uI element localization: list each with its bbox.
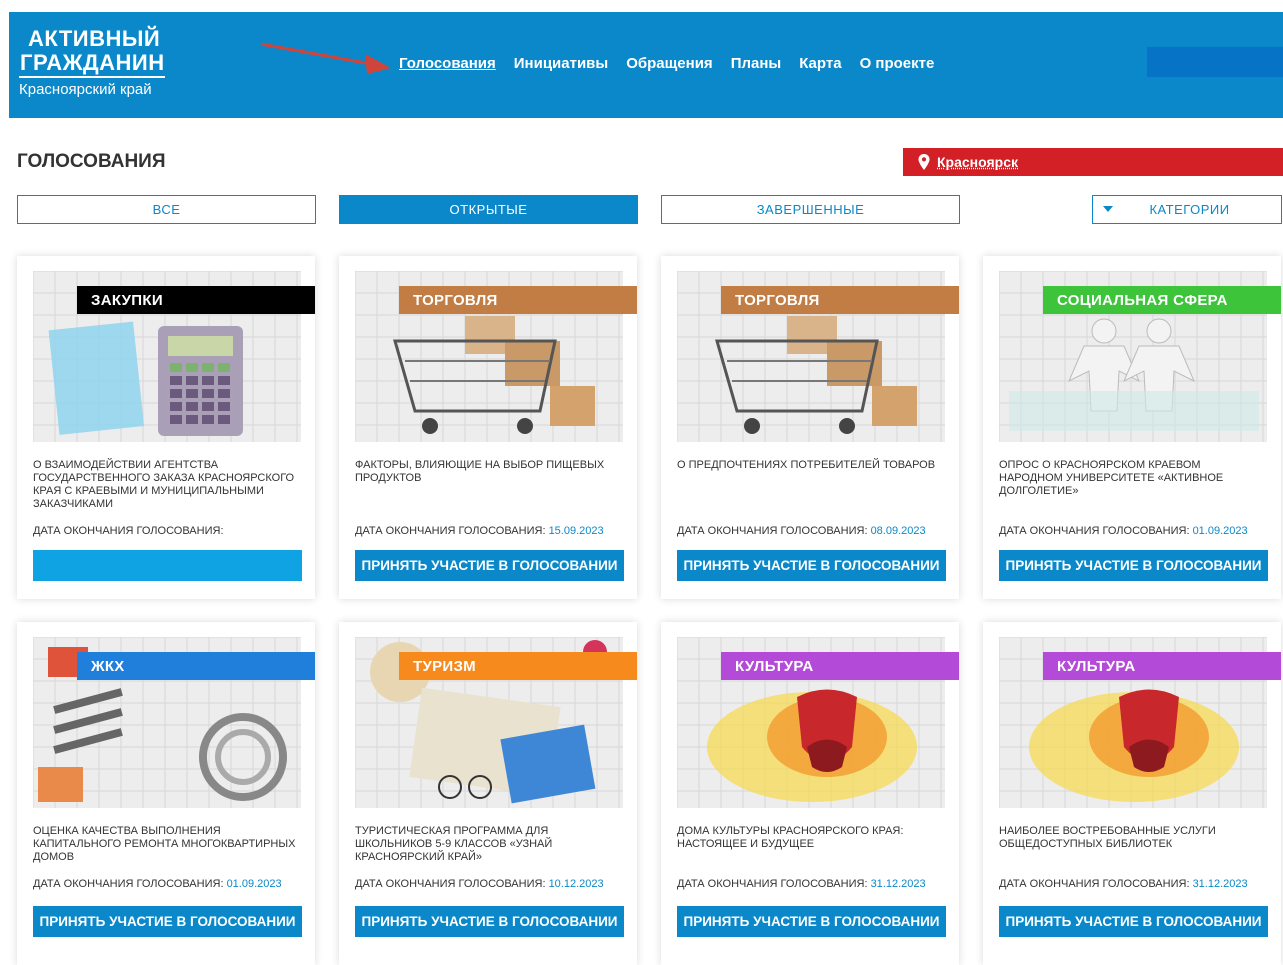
city-selector[interactable]: Красноярск xyxy=(903,148,1283,176)
nav-item-appeals[interactable]: Обращения xyxy=(626,55,712,72)
card-title[interactable]: ТУРИСТИЧЕСКАЯ ПРОГРАММА ДЛЯ ШКОЛЬНИКОВ 5… xyxy=(355,825,623,864)
deadline-label: ДАТА ОКОНЧАНИЯ ГОЛОСОВАНИЯ: xyxy=(355,878,546,890)
vote-button[interactable]: ПРИНЯТЬ УЧАСТИЕ В ГОЛОСОВАНИИ xyxy=(33,906,302,937)
category-badge: ЗАКУПКИ xyxy=(77,286,315,314)
deadline-date: 01.09.2023 xyxy=(1192,525,1248,537)
vote-card[interactable]: ТОРГОВЛЯ О ПРЕДПОЧТЕНИЯХ ПОТРЕБИТЕЛЕЙ ТОВ… xyxy=(661,256,959,599)
vote-button[interactable]: ПРИНЯТЬ УЧАСТИЕ В ГОЛОСОВАНИИ xyxy=(999,550,1268,581)
location-pin-icon xyxy=(918,154,930,170)
page-title: ГОЛОСОВАНИЯ xyxy=(17,151,166,172)
card-deadline: ДАТА ОКОНЧАНИЯ ГОЛОСОВАНИЯ: xyxy=(33,525,311,537)
card-title[interactable]: О ВЗАИМОДЕЙСТВИИ АГЕНТСТВА ГОСУДАРСТВЕНН… xyxy=(33,459,301,511)
categories-label: КАТЕГОРИИ xyxy=(1149,202,1230,217)
deadline-label: ДАТА ОКОНЧАНИЯ ГОЛОСОВАНИЯ: xyxy=(999,878,1190,890)
filter-all-button[interactable]: ВСЕ xyxy=(17,195,316,224)
logo-region: Красноярский край xyxy=(19,81,152,98)
site-header: АКТИВНЫЙ ГРАЖДАНИН Красноярский край Гол… xyxy=(9,12,1283,118)
vote-button[interactable]: ПРИНЯТЬ УЧАСТИЕ В ГОЛОСОВАНИИ xyxy=(355,906,624,937)
deadline-label: ДАТА ОКОНЧАНИЯ ГОЛОСОВАНИЯ: xyxy=(33,878,224,890)
card-deadline: ДАТА ОКОНЧАНИЯ ГОЛОСОВАНИЯ: 31.12.2023 xyxy=(999,878,1277,890)
logo-line-1: АКТИВНЫЙ xyxy=(28,26,161,51)
category-badge: КУЛЬТУРА xyxy=(721,652,959,680)
vote-card[interactable]: ЖКХ ОЦЕНКА КАЧЕСТВА ВЫПОЛНЕНИЯ КАПИТАЛЬНО… xyxy=(17,622,315,965)
deadline-date: 31.12.2023 xyxy=(1192,878,1248,890)
site-logo[interactable]: АКТИВНЫЙ ГРАЖДАНИН Красноярский край xyxy=(19,27,165,100)
nav-item-about[interactable]: О проекте xyxy=(860,55,935,72)
vote-card[interactable]: ТОРГОВЛЯ ФАКТОРЫ, ВЛИЯЮЩИЕ НА ВЫБОР ПИЩЕВ… xyxy=(339,256,637,599)
vote-button[interactable]: ПРИНЯТЬ УЧАСТИЕ В ГОЛОСОВАНИИ xyxy=(677,906,946,937)
vote-card[interactable]: ЗАКУПКИ О ВЗАИМОДЕЙСТВИИ АГЕНТСТВА ГОСУДА… xyxy=(17,256,315,599)
card-title[interactable]: ОЦЕНКА КАЧЕСТВА ВЫПОЛНЕНИЯ КАПИТАЛЬНОГО … xyxy=(33,825,301,864)
nav-item-votes[interactable]: Голосования xyxy=(399,55,496,72)
filter-open-button[interactable]: ОТКРЫТЫЕ xyxy=(339,195,638,224)
card-deadline: ДАТА ОКОНЧАНИЯ ГОЛОСОВАНИЯ: 01.09.2023 xyxy=(33,878,311,890)
vote-button[interactable] xyxy=(33,550,302,581)
main-nav: Голосования Инициативы Обращения Планы К… xyxy=(399,55,934,72)
card-title[interactable]: ДОМА КУЛЬТУРЫ КРАСНОЯРСКОГО КРАЯ: НАСТОЯ… xyxy=(677,825,945,851)
deadline-date: 15.09.2023 xyxy=(548,525,604,537)
deadline-date: 08.09.2023 xyxy=(870,525,926,537)
card-title[interactable]: О ПРЕДПОЧТЕНИЯХ ПОТРЕБИТЕЛЕЙ ТОВАРОВ xyxy=(677,459,945,472)
chevron-down-icon xyxy=(1103,206,1113,212)
deadline-label: ДАТА ОКОНЧАНИЯ ГОЛОСОВАНИЯ: xyxy=(355,525,546,537)
deadline-date: 01.09.2023 xyxy=(226,878,282,890)
deadline-label: ДАТА ОКОНЧАНИЯ ГОЛОСОВАНИЯ: xyxy=(33,525,224,537)
vote-button[interactable]: ПРИНЯТЬ УЧАСТИЕ В ГОЛОСОВАНИИ xyxy=(999,906,1268,937)
header-login-button[interactable] xyxy=(1147,47,1283,77)
deadline-label: ДАТА ОКОНЧАНИЯ ГОЛОСОВАНИЯ: xyxy=(677,878,868,890)
categories-dropdown[interactable]: КАТЕГОРИИ xyxy=(1092,195,1282,224)
nav-item-map[interactable]: Карта xyxy=(799,55,841,72)
category-badge: СОЦИАЛЬНАЯ СФЕРА xyxy=(1043,286,1281,314)
red-arrow-annotation-icon xyxy=(260,42,391,74)
card-title[interactable]: НАИБОЛЕЕ ВОСТРЕБОВАННЫЕ УСЛУГИ ОБЩЕДОСТУ… xyxy=(999,825,1267,851)
category-badge: ТОРГОВЛЯ xyxy=(399,286,637,314)
card-deadline: ДАТА ОКОНЧАНИЯ ГОЛОСОВАНИЯ: 10.12.2023 xyxy=(355,878,633,890)
city-name: Красноярск xyxy=(937,154,1019,170)
card-title[interactable]: ОПРОС О КРАСНОЯРСКОМ КРАЕВОМ НАРОДНОМ УН… xyxy=(999,459,1267,498)
category-badge: ЖКХ xyxy=(77,652,315,680)
card-title[interactable]: ФАКТОРЫ, ВЛИЯЮЩИЕ НА ВЫБОР ПИЩЕВЫХ ПРОДУ… xyxy=(355,459,623,485)
vote-button[interactable]: ПРИНЯТЬ УЧАСТИЕ В ГОЛОСОВАНИИ xyxy=(355,550,624,581)
card-deadline: ДАТА ОКОНЧАНИЯ ГОЛОСОВАНИЯ: 01.09.2023 xyxy=(999,525,1277,537)
vote-button[interactable]: ПРИНЯТЬ УЧАСТИЕ В ГОЛОСОВАНИИ xyxy=(677,550,946,581)
deadline-date: 10.12.2023 xyxy=(548,878,604,890)
logo-line-2: ГРАЖДАНИН xyxy=(19,51,165,78)
deadline-label: ДАТА ОКОНЧАНИЯ ГОЛОСОВАНИЯ: xyxy=(999,525,1190,537)
category-badge: КУЛЬТУРА xyxy=(1043,652,1281,680)
vote-card[interactable]: КУЛЬТУРА НАИБОЛЕЕ ВОСТРЕБОВАННЫЕ УСЛУГИ О… xyxy=(983,622,1281,965)
card-deadline: ДАТА ОКОНЧАНИЯ ГОЛОСОВАНИЯ: 31.12.2023 xyxy=(677,878,955,890)
nav-item-plans[interactable]: Планы xyxy=(731,55,782,72)
deadline-label: ДАТА ОКОНЧАНИЯ ГОЛОСОВАНИЯ: xyxy=(677,525,868,537)
vote-card[interactable]: СОЦИАЛЬНАЯ СФЕРА ОПРОС О КРАСНОЯРСКОМ КРА… xyxy=(983,256,1281,599)
card-deadline: ДАТА ОКОНЧАНИЯ ГОЛОСОВАНИЯ: 15.09.2023 xyxy=(355,525,633,537)
vote-card[interactable]: КУЛЬТУРА ДОМА КУЛЬТУРЫ КРАСНОЯРСКОГО КРАЯ… xyxy=(661,622,959,965)
category-badge: ТОРГОВЛЯ xyxy=(721,286,959,314)
card-deadline: ДАТА ОКОНЧАНИЯ ГОЛОСОВАНИЯ: 08.09.2023 xyxy=(677,525,955,537)
vote-card[interactable]: ТУРИЗМ ТУРИСТИЧЕСКАЯ ПРОГРАММА ДЛЯ ШКОЛЬН… xyxy=(339,622,637,965)
nav-item-initiatives[interactable]: Инициативы xyxy=(514,55,608,72)
filter-finished-button[interactable]: ЗАВЕРШЕННЫЕ xyxy=(661,195,960,224)
deadline-date: 31.12.2023 xyxy=(870,878,926,890)
category-badge: ТУРИЗМ xyxy=(399,652,637,680)
